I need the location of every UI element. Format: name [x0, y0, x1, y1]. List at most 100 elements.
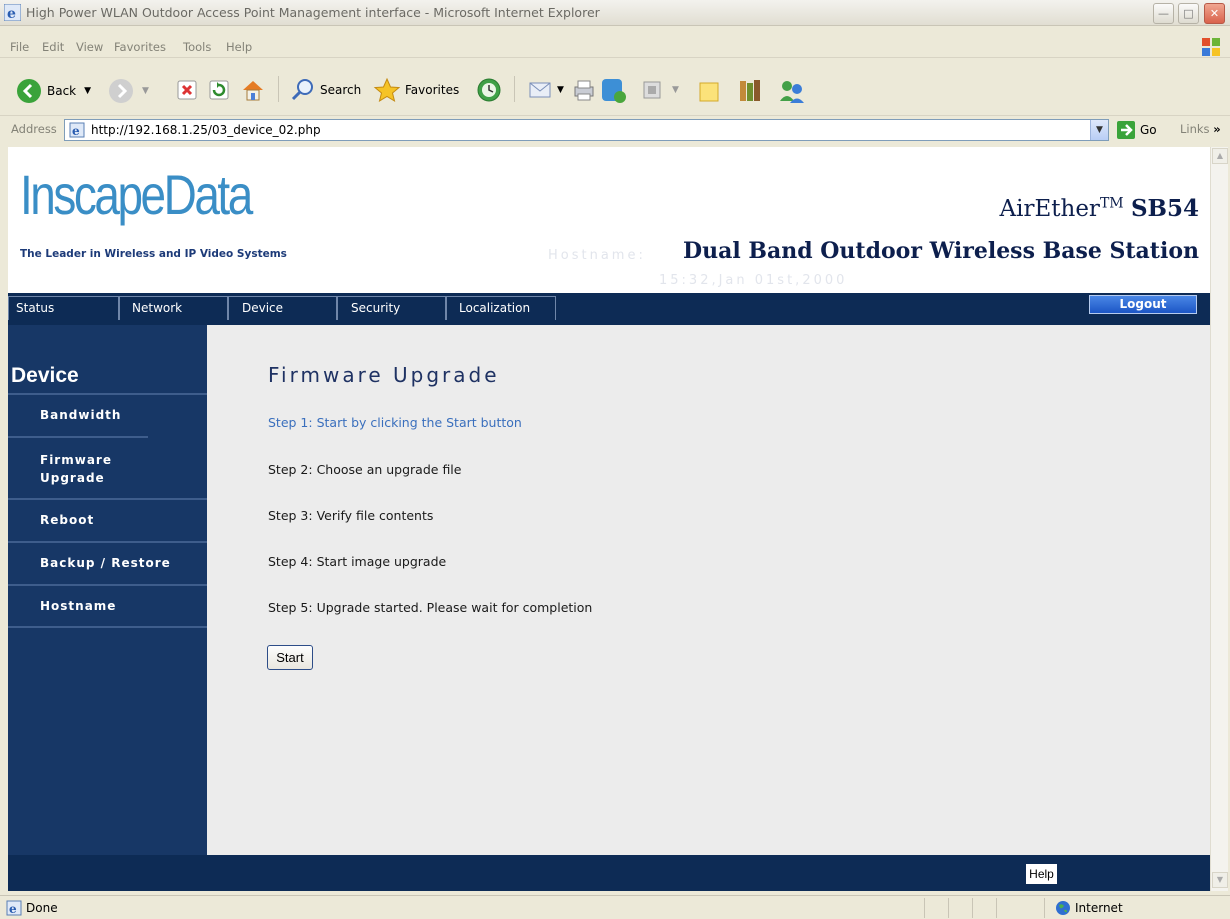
messenger-button[interactable] [600, 77, 628, 105]
page-title: Firmware Upgrade [268, 363, 500, 387]
menu-view[interactable]: View [76, 40, 103, 54]
messenger-icon [602, 79, 626, 103]
address-url: http://192.168.1.25/03_device_02.php [91, 123, 321, 137]
nav-device[interactable]: Device [228, 296, 337, 320]
nav-security[interactable]: Security [337, 296, 446, 320]
discuss-dropdown-icon[interactable]: ▼ [672, 85, 679, 95]
step-2: Step 2: Choose an upgrade file [268, 462, 462, 477]
forward-dropdown-icon[interactable]: ▼ [142, 86, 149, 96]
back-dropdown-icon[interactable]: ▼ [84, 86, 91, 96]
status-divider [948, 898, 949, 918]
history-icon [477, 78, 501, 102]
step-5: Step 5: Upgrade started. Please wait for… [268, 600, 593, 615]
status-divider [996, 898, 997, 918]
back-button[interactable]: Back ▼ [16, 78, 91, 104]
mail-dropdown-icon[interactable]: ▼ [557, 85, 564, 95]
forward-button[interactable]: ▼ [108, 78, 149, 104]
history-button[interactable] [476, 77, 502, 103]
page-header: InscapeData The Leader in Wireless and I… [8, 147, 1210, 293]
nav-network[interactable]: Network [119, 296, 228, 320]
discuss-button[interactable]: ▼ [642, 80, 679, 100]
menu-favorites[interactable]: Favorites [114, 40, 166, 54]
logo-tagline: The Leader in Wireless and IP Video Syst… [20, 248, 287, 260]
print-button[interactable] [571, 77, 597, 103]
window-title: High Power WLAN Outdoor Access Point Man… [26, 5, 600, 20]
favorites-button[interactable]: Favorites [373, 77, 459, 103]
minimize-button[interactable]: — [1153, 3, 1174, 24]
internet-globe-icon [1056, 901, 1070, 915]
go-button[interactable]: Go [1116, 120, 1157, 140]
step-3: Step 3: Verify file contents [268, 508, 434, 523]
scroll-up-icon[interactable]: ▲ [1212, 148, 1228, 164]
print-icon [574, 80, 594, 101]
search-button[interactable]: Search [290, 77, 361, 103]
device-time: 15:32,Jan 01st,2000 [659, 273, 848, 288]
security-zone: Internet [1075, 901, 1123, 915]
refresh-button[interactable] [208, 79, 230, 101]
sidebar-item-firmware-upgrade[interactable]: Firmware Upgrade [8, 436, 148, 498]
mail-icon [529, 82, 551, 98]
inscape-data-logo: InscapeData The Leader in Wireless and I… [20, 163, 287, 260]
svg-text:e: e [7, 6, 16, 21]
favorites-star-icon [373, 77, 401, 103]
address-dropdown-icon[interactable]: ▼ [1090, 120, 1108, 140]
discuss-icon [643, 81, 661, 99]
nav-status[interactable]: Status [8, 296, 119, 320]
home-icon [243, 81, 263, 101]
status-divider [972, 898, 973, 918]
forward-arrow-icon [109, 79, 133, 103]
window-title-bar: e High Power WLAN Outdoor Access Point M… [0, 0, 1230, 26]
maximize-button[interactable]: □ [1178, 3, 1199, 24]
refresh-icon [209, 80, 229, 100]
status-text: Done [26, 901, 58, 915]
menu-help[interactable]: Help [226, 40, 252, 54]
status-divider [924, 898, 925, 918]
page-done-icon: e [6, 900, 22, 916]
mail-button[interactable]: ▼ [527, 77, 564, 103]
links-button[interactable]: Links » [1180, 122, 1221, 136]
status-bar: e Done Internet [0, 895, 1230, 919]
svg-text:e: e [72, 124, 80, 138]
sidebar-item-reboot[interactable]: Reboot [8, 498, 207, 542]
note-icon [699, 82, 719, 102]
step-1: Step 1: Start by clicking the Start butt… [268, 415, 522, 430]
menu-file[interactable]: File [10, 40, 29, 54]
sidebar-title: Device [11, 364, 79, 387]
main-content: Firmware Upgrade Step 1: Start by clicki… [207, 325, 1210, 855]
toolbar-separator [278, 76, 279, 102]
step-4: Step 4: Start image upgrade [268, 554, 447, 569]
back-arrow-icon [17, 79, 41, 103]
vertical-scrollbar[interactable]: ▲ ▼ [1210, 147, 1228, 891]
sidebar-item-hostname[interactable]: Hostname [8, 584, 207, 628]
home-button[interactable] [240, 77, 266, 103]
close-button[interactable]: ✕ [1204, 3, 1225, 24]
start-button[interactable]: Start [267, 645, 313, 670]
menu-edit[interactable]: Edit [42, 40, 64, 54]
ie-icon: e [4, 4, 21, 21]
stop-button[interactable] [176, 79, 198, 101]
menu-tools[interactable]: Tools [183, 40, 211, 54]
page-viewport: InscapeData The Leader in Wireless and I… [8, 147, 1210, 891]
product-name: AirEtherTM SB54 [999, 195, 1199, 222]
address-input[interactable]: e http://192.168.1.25/03_device_02.php ▼ [64, 119, 1109, 141]
product-description: Dual Band Outdoor Wireless Base Station [683, 238, 1199, 264]
address-bar: Address e http://192.168.1.25/03_device_… [0, 117, 1230, 143]
logout-button[interactable]: Logout [1089, 295, 1197, 314]
hostname-label: Hostname: [548, 248, 646, 263]
sidebar-item-backup-restore[interactable]: Backup / Restore [8, 541, 207, 585]
research-icon [740, 80, 760, 101]
go-arrow-icon [1117, 121, 1135, 139]
windows-logo-icon [1202, 38, 1220, 56]
address-label: Address [11, 122, 57, 136]
page-icon: e [69, 122, 85, 138]
research-button[interactable] [737, 77, 765, 105]
scroll-down-icon[interactable]: ▼ [1212, 872, 1228, 888]
svg-text:e: e [9, 902, 17, 916]
contacts-icon [780, 81, 804, 103]
help-button[interactable]: Help [1026, 864, 1057, 884]
nav-localization[interactable]: Localization [446, 296, 556, 320]
toolbar-separator [514, 76, 515, 102]
sidebar-item-bandwidth[interactable]: Bandwidth [8, 393, 207, 437]
contacts-button[interactable] [778, 77, 806, 105]
notes-button[interactable] [697, 78, 723, 104]
